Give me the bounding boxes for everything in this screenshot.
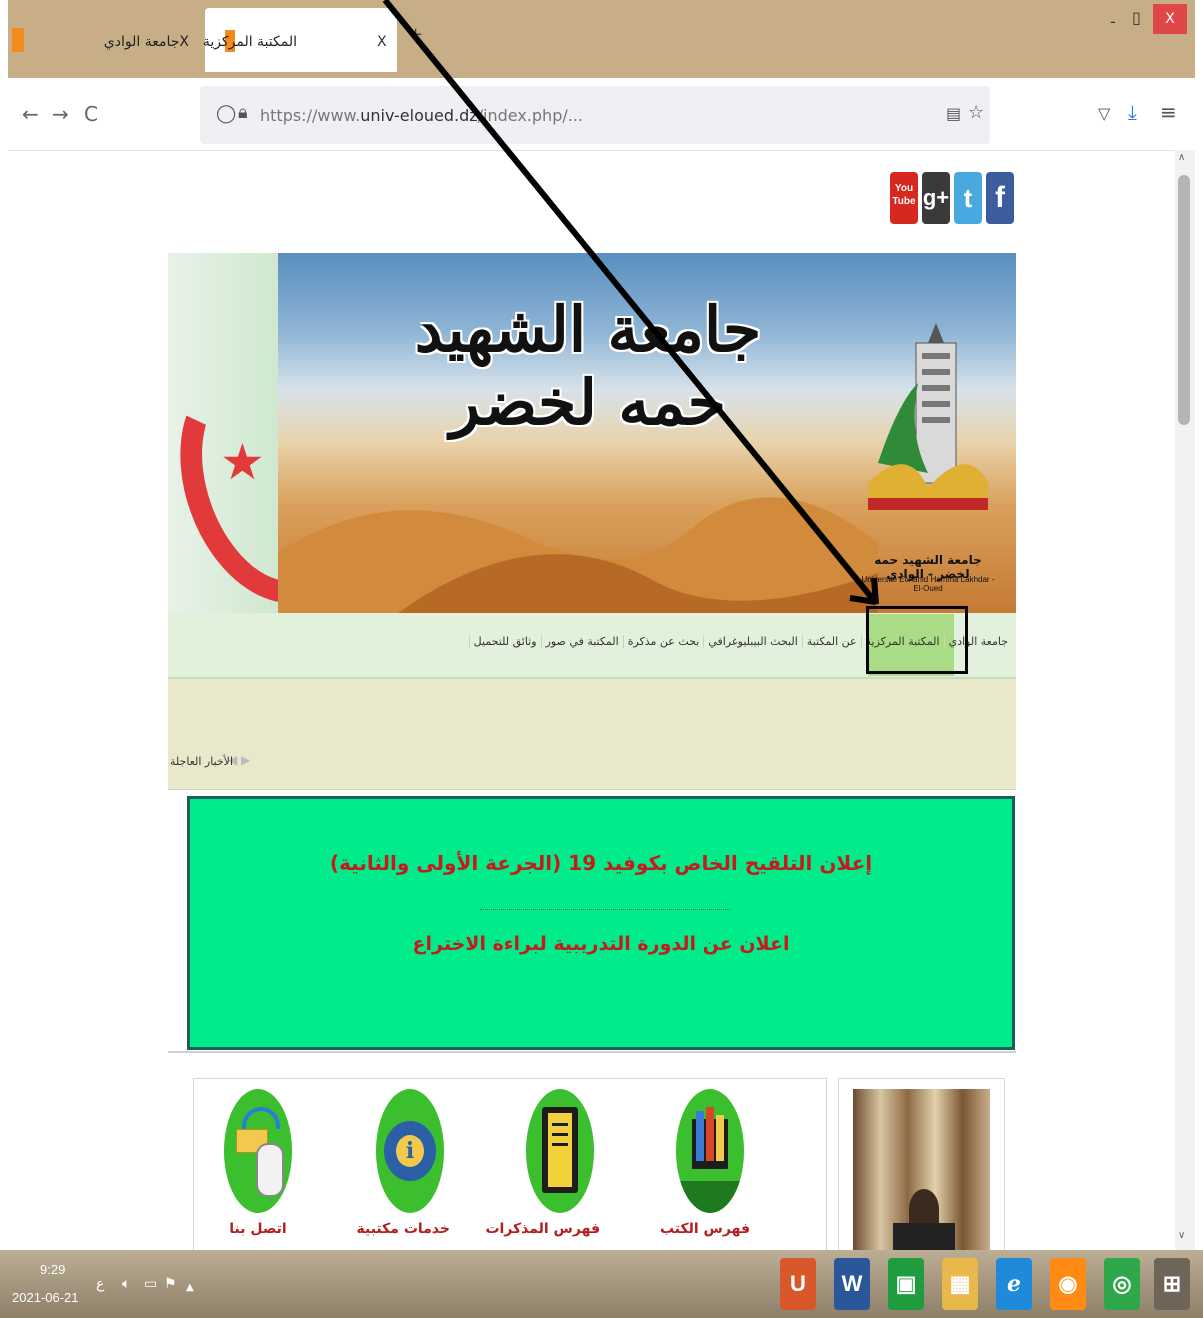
menu-item-about-library[interactable]: عن المكتبة (801, 635, 861, 648)
clock-time[interactable]: 9:29 (40, 1262, 65, 1277)
tray-expand-icon[interactable]: ▲ (186, 1282, 194, 1293)
tab-title: المكتبة المركزية (202, 34, 297, 50)
services-panel: فهرس الكتب فهرس المذكرات i خدمات مكتبية … (193, 1078, 827, 1260)
menu-icon[interactable]: ≡ (1160, 100, 1177, 124)
volume-icon[interactable]: 🔈︎ (122, 1276, 130, 1292)
university-banner: ★ جامعة الشهيد حمه لخضر جامعة الشهيد حمه… (168, 253, 1016, 613)
service-contact-us[interactable]: اتصل بنا (218, 1089, 298, 1237)
lock-icon[interactable]: 🔒︎ (238, 102, 248, 123)
facebook-icon[interactable]: f (986, 172, 1014, 224)
tab-close-icon[interactable]: X (377, 34, 387, 50)
announcement-divider (480, 909, 730, 910)
menu-item-library-photos[interactable]: المكتبة في صور (540, 635, 623, 648)
notebook-icon (526, 1089, 594, 1213)
tab-title: Xجامعة الوادي (103, 34, 189, 50)
google-plus-label: g+ (922, 185, 950, 210)
menu-item-downloads[interactable]: وثائق للتحميل (468, 635, 541, 648)
url-prefix: https://www. (260, 106, 361, 125)
google-plus-icon[interactable]: g+ (922, 172, 950, 224)
language-indicator[interactable]: ع (96, 1276, 104, 1292)
director-photo[interactable] (853, 1089, 990, 1257)
service-label: اتصل بنا (229, 1221, 287, 1237)
word-app-icon[interactable]: W (834, 1258, 870, 1310)
reload-button[interactable]: C (84, 102, 98, 126)
youtube-icon[interactable]: You Tube (890, 172, 918, 224)
file-explorer-app-icon[interactable]: ▦ (942, 1258, 978, 1310)
url-domain: univ-eloued.dz (360, 106, 478, 125)
scroll-down-icon[interactable]: ∨ (1178, 1230, 1185, 1241)
twitter-label: t (963, 183, 973, 213)
menu-item-bibliographic-search[interactable]: البحث البيبليوغرافي (703, 635, 801, 648)
sand-dunes-image (278, 497, 878, 613)
bookmark-star-icon[interactable]: ☆ (968, 102, 984, 123)
service-label: فهرس المذكرات (485, 1221, 600, 1237)
twitter-icon[interactable]: t (954, 172, 982, 224)
ie-app-icon[interactable]: e (996, 1258, 1032, 1310)
forward-button[interactable]: → (52, 102, 69, 126)
chrome-app-icon[interactable]: ◎ (1104, 1258, 1140, 1310)
store-app-icon[interactable]: ▣ (888, 1258, 924, 1310)
service-label: خدمات مكتبية (356, 1221, 451, 1237)
university-logo[interactable]: جامعة الشهيد حمه لخضر - الوادي Universit… (858, 313, 998, 603)
back-button[interactable]: ← (22, 102, 39, 126)
reader-view-icon[interactable]: ▤ (946, 104, 961, 123)
mail-mouse-icon (224, 1089, 292, 1213)
star-icon: ★ (220, 433, 265, 491)
service-label: فهرس الكتب (659, 1221, 750, 1237)
service-thesis-catalog[interactable]: فهرس المذكرات (485, 1089, 600, 1237)
announcement-box: إعلان التلقيح الخاص بكوفيد 19 (الجرعة ال… (187, 796, 1015, 1050)
shield-icon: ◯ (216, 103, 237, 124)
service-book-catalog[interactable]: فهرس الكتب (659, 1089, 750, 1237)
minimize-button[interactable]: - (1110, 12, 1116, 31)
clock-date[interactable]: 2021-06-21 (12, 1290, 79, 1305)
gear-info-icon: i (376, 1089, 444, 1213)
books-icon (676, 1089, 744, 1213)
new-tab-button[interactable]: + (408, 24, 423, 45)
windows-app-icon[interactable]: ⊞ (1154, 1258, 1190, 1310)
pocket-icon[interactable]: ▽ (1098, 104, 1110, 123)
close-window-button[interactable]: X (1153, 4, 1187, 34)
section-divider (168, 1051, 1016, 1053)
banner-title: جامعة الشهيد حمه لخضر (414, 293, 762, 439)
notification-icon[interactable]: ⚑ (164, 1276, 177, 1292)
announcement-patent-training[interactable]: اعلان عن الدورة التدريبية لبراءة الاخترا… (190, 933, 1012, 955)
menu-item-thesis-search[interactable]: بحث عن مذكرة (622, 635, 704, 648)
news-ticker: ◀ ▶ الأخبار العاجلة (168, 679, 1016, 790)
maximize-button[interactable]: ▯ (1132, 8, 1141, 27)
tab-univ-eloued[interactable]: Xجامعة الوادي (8, 8, 203, 72)
ticker-label: الأخبار العاجلة (170, 755, 234, 768)
announcement-covid-vaccination[interactable]: إعلان التلقيح الخاص بكوفيد 19 (الجرعة ال… (190, 851, 1012, 875)
youtube-label: You Tube (892, 183, 916, 207)
service-library-services[interactable]: i خدمات مكتبية (356, 1089, 451, 1237)
logo-french-text: Université Echahid Hamma Lakhdar - El-Ou… (861, 575, 995, 593)
university-building-icon (868, 323, 988, 510)
tab-central-library[interactable]: المكتبة المركزية X (202, 8, 397, 72)
firefox-app-icon[interactable]: ◉ (1050, 1258, 1086, 1310)
scrollbar-thumb[interactable] (1178, 175, 1190, 425)
downloads-icon[interactable]: ⤓ (1128, 100, 1137, 124)
network-icon[interactable]: ▭ (144, 1276, 157, 1292)
url-path: /index.php/... (477, 106, 583, 125)
acrobat-app-icon[interactable]: U (780, 1258, 816, 1310)
scroll-up-icon[interactable]: ∧ (1178, 152, 1185, 163)
facebook-label: f (995, 181, 1005, 214)
director-photo-panel (838, 1078, 1005, 1260)
url-text[interactable]: https://www.univ-eloued.dz/index.php/... (260, 106, 583, 125)
annotation-highlight-box (866, 606, 968, 674)
